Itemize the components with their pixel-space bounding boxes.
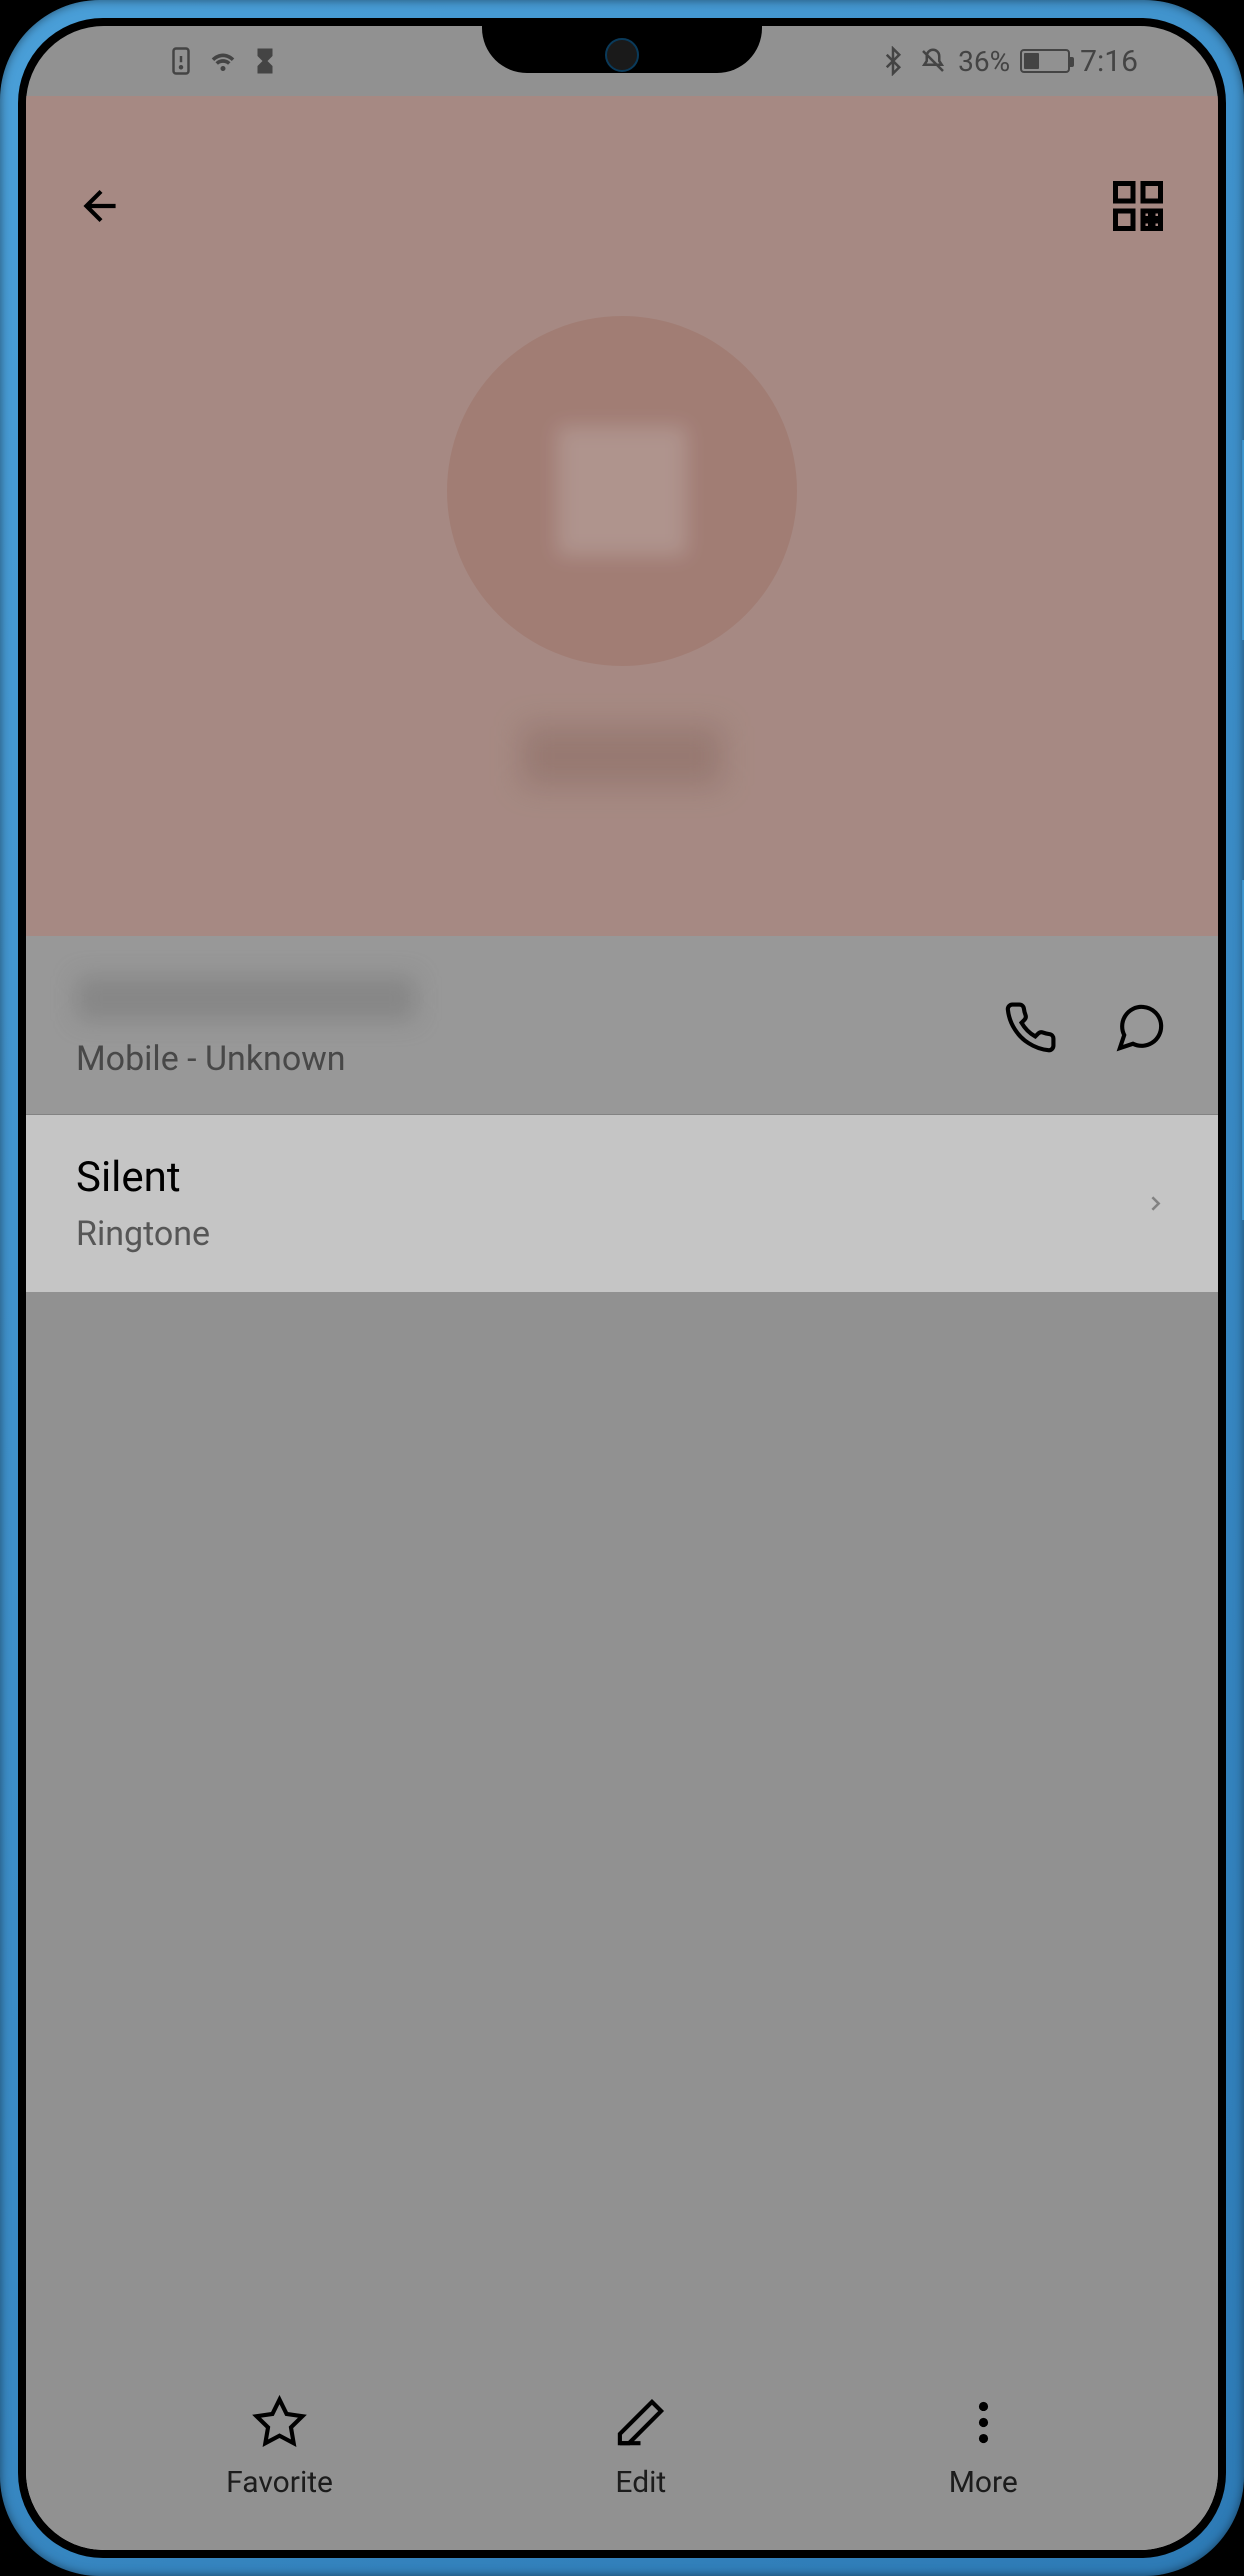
screen: 36% 7:16 — [26, 26, 1218, 2550]
phone-bezel: 36% 7:16 — [18, 18, 1226, 2558]
hourglass-icon — [250, 46, 280, 76]
bluetooth-icon — [878, 46, 908, 76]
contact-name — [522, 726, 722, 786]
battery-icon — [1020, 49, 1070, 73]
status-time: 7:16 — [1080, 44, 1138, 79]
ringtone-row[interactable]: Silent Ringtone — [26, 1115, 1218, 1292]
phone-number-row[interactable]: Mobile - Unknown — [26, 936, 1218, 1115]
more-vertical-icon — [956, 2395, 1011, 2450]
phone-number — [76, 976, 416, 1021]
edit-label: Edit — [615, 2465, 666, 2500]
edit-button[interactable]: Edit — [613, 2395, 668, 2500]
bottom-toolbar: Favorite Edit — [26, 2365, 1218, 2520]
contact-header — [26, 96, 1218, 936]
ringtone-label: Ringtone — [76, 1214, 210, 1254]
message-button[interactable] — [1113, 1000, 1168, 1055]
sim-alert-icon — [166, 46, 196, 76]
back-button[interactable] — [76, 181, 126, 231]
pencil-icon — [613, 2395, 668, 2450]
star-icon — [252, 2395, 307, 2450]
favorite-button[interactable]: Favorite — [226, 2395, 333, 2500]
battery-percent: 36% — [958, 45, 1010, 78]
call-button[interactable] — [1003, 1000, 1058, 1055]
ringtone-value: Silent — [76, 1153, 210, 1202]
phone-type-label: Mobile - Unknown — [76, 1039, 416, 1079]
favorite-label: Favorite — [226, 2465, 333, 2500]
screen-notch — [482, 18, 762, 73]
more-button[interactable]: More — [949, 2395, 1018, 2500]
contact-avatar[interactable] — [447, 316, 797, 666]
more-label: More — [949, 2465, 1018, 2500]
content-spacer — [26, 1292, 1218, 2550]
chevron-right-icon — [1143, 1191, 1168, 1216]
qr-code-button[interactable] — [1108, 176, 1168, 236]
silent-icon — [918, 46, 948, 76]
wifi-icon — [208, 46, 238, 76]
phone-frame: 36% 7:16 — [0, 0, 1244, 2576]
